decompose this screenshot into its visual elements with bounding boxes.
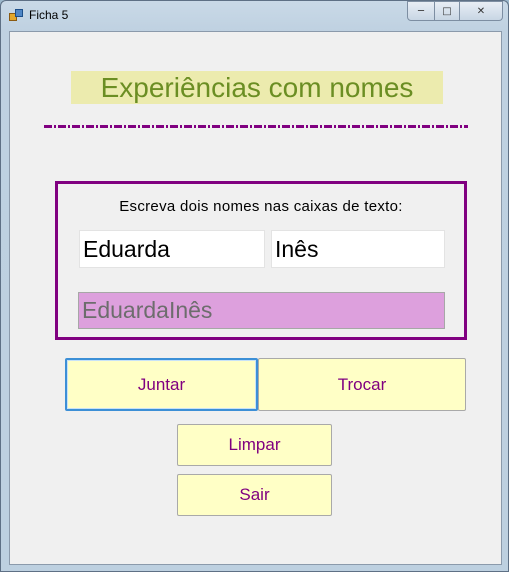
result-field: EduardaInês xyxy=(78,292,445,329)
close-button[interactable]: ✕ xyxy=(460,1,503,21)
form-client-area: Experiências com nomes Escreva dois nome… xyxy=(9,31,502,565)
names-group-box: Escreva dois nomes nas caixas de texto: … xyxy=(55,181,467,340)
minimize-icon: ─ xyxy=(417,5,425,17)
clear-button[interactable]: Limpar xyxy=(177,424,332,466)
exit-button[interactable]: Sair xyxy=(177,474,332,516)
minimize-button[interactable]: ─ xyxy=(407,1,435,21)
page-title: Experiências com nomes xyxy=(71,71,443,104)
caption-buttons: ─ □ ✕ xyxy=(407,1,503,21)
maximize-icon: □ xyxy=(442,5,452,17)
second-name-input[interactable]: Inês xyxy=(271,230,445,268)
close-icon: ✕ xyxy=(476,5,486,17)
join-button[interactable]: Juntar xyxy=(65,358,258,411)
swap-button[interactable]: Trocar xyxy=(258,358,466,411)
maximize-button[interactable]: □ xyxy=(435,1,460,21)
app-window: Ficha 5 ─ □ ✕ Experiências com nomes Esc… xyxy=(0,0,509,572)
form-icon xyxy=(9,9,23,21)
decorative-divider xyxy=(44,125,468,128)
window-title: Ficha 5 xyxy=(29,8,69,22)
first-name-input[interactable]: Eduarda xyxy=(79,230,265,268)
instruction-label: Escreva dois nomes nas caixas de texto: xyxy=(119,198,403,215)
